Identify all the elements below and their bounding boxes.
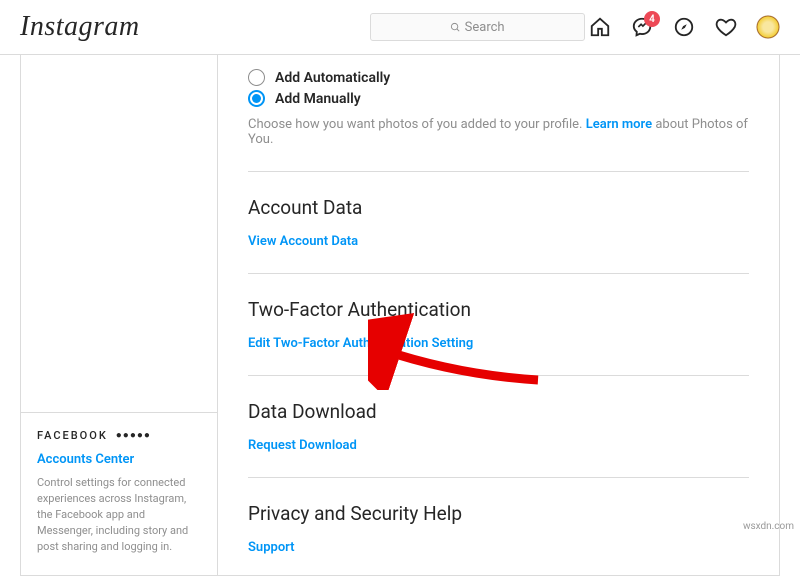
watermark: wsxdn.com (743, 521, 794, 532)
radio-label: Add Manually (275, 91, 361, 107)
explore-icon[interactable] (672, 15, 696, 39)
view-account-data-link[interactable]: View Account Data (248, 234, 358, 249)
messenger-icon[interactable]: 4 (630, 15, 654, 39)
radio-add-automatically[interactable]: Add Automatically (248, 69, 749, 86)
radio-selected-icon (248, 90, 265, 107)
messenger-badge: 4 (644, 11, 660, 27)
heart-icon[interactable] (714, 15, 738, 39)
search-input[interactable]: Search (370, 13, 585, 41)
accounts-center-link[interactable]: Accounts Center (37, 452, 201, 467)
section-title: Privacy and Security Help (248, 502, 749, 525)
instagram-logo[interactable]: Instagram (20, 11, 140, 43)
sidebar-facebook-panel: FACEBOOK ●●●●● Accounts Center Control s… (21, 412, 217, 575)
radio-label: Add Automatically (275, 70, 390, 86)
account-data-section: Account Data View Account Data (248, 171, 749, 249)
privacy-help-section: Privacy and Security Help Support (248, 477, 749, 555)
two-factor-section: Two-Factor Authentication Edit Two-Facto… (248, 273, 749, 351)
search-icon (450, 22, 461, 33)
section-title: Two-Factor Authentication (248, 298, 749, 321)
home-icon[interactable] (588, 15, 612, 39)
nav-icons-group: 4 (588, 15, 780, 39)
learn-more-link[interactable]: Learn more (586, 117, 652, 132)
support-link[interactable]: Support (248, 540, 295, 555)
facebook-product-icons: ●●●●● (116, 430, 151, 441)
profile-avatar[interactable] (756, 15, 780, 39)
photos-of-you-hint: Choose how you want photos of you added … (248, 117, 749, 147)
radio-unselected-icon (248, 69, 265, 86)
settings-sidebar: FACEBOOK ●●●●● Accounts Center Control s… (20, 55, 218, 576)
facebook-label: FACEBOOK (37, 429, 108, 442)
settings-main: Add Automatically Add Manually Choose ho… (218, 55, 780, 576)
request-download-link[interactable]: Request Download (248, 438, 357, 453)
section-title: Data Download (248, 400, 749, 423)
edit-two-factor-link[interactable]: Edit Two-Factor Authentication Setting (248, 336, 473, 351)
search-placeholder: Search (465, 20, 505, 35)
radio-add-manually[interactable]: Add Manually (248, 90, 749, 107)
section-title: Account Data (248, 196, 749, 219)
top-navbar: Instagram Search 4 (0, 0, 800, 55)
data-download-section: Data Download Request Download (248, 375, 749, 453)
accounts-center-description: Control settings for connected experienc… (37, 475, 201, 555)
